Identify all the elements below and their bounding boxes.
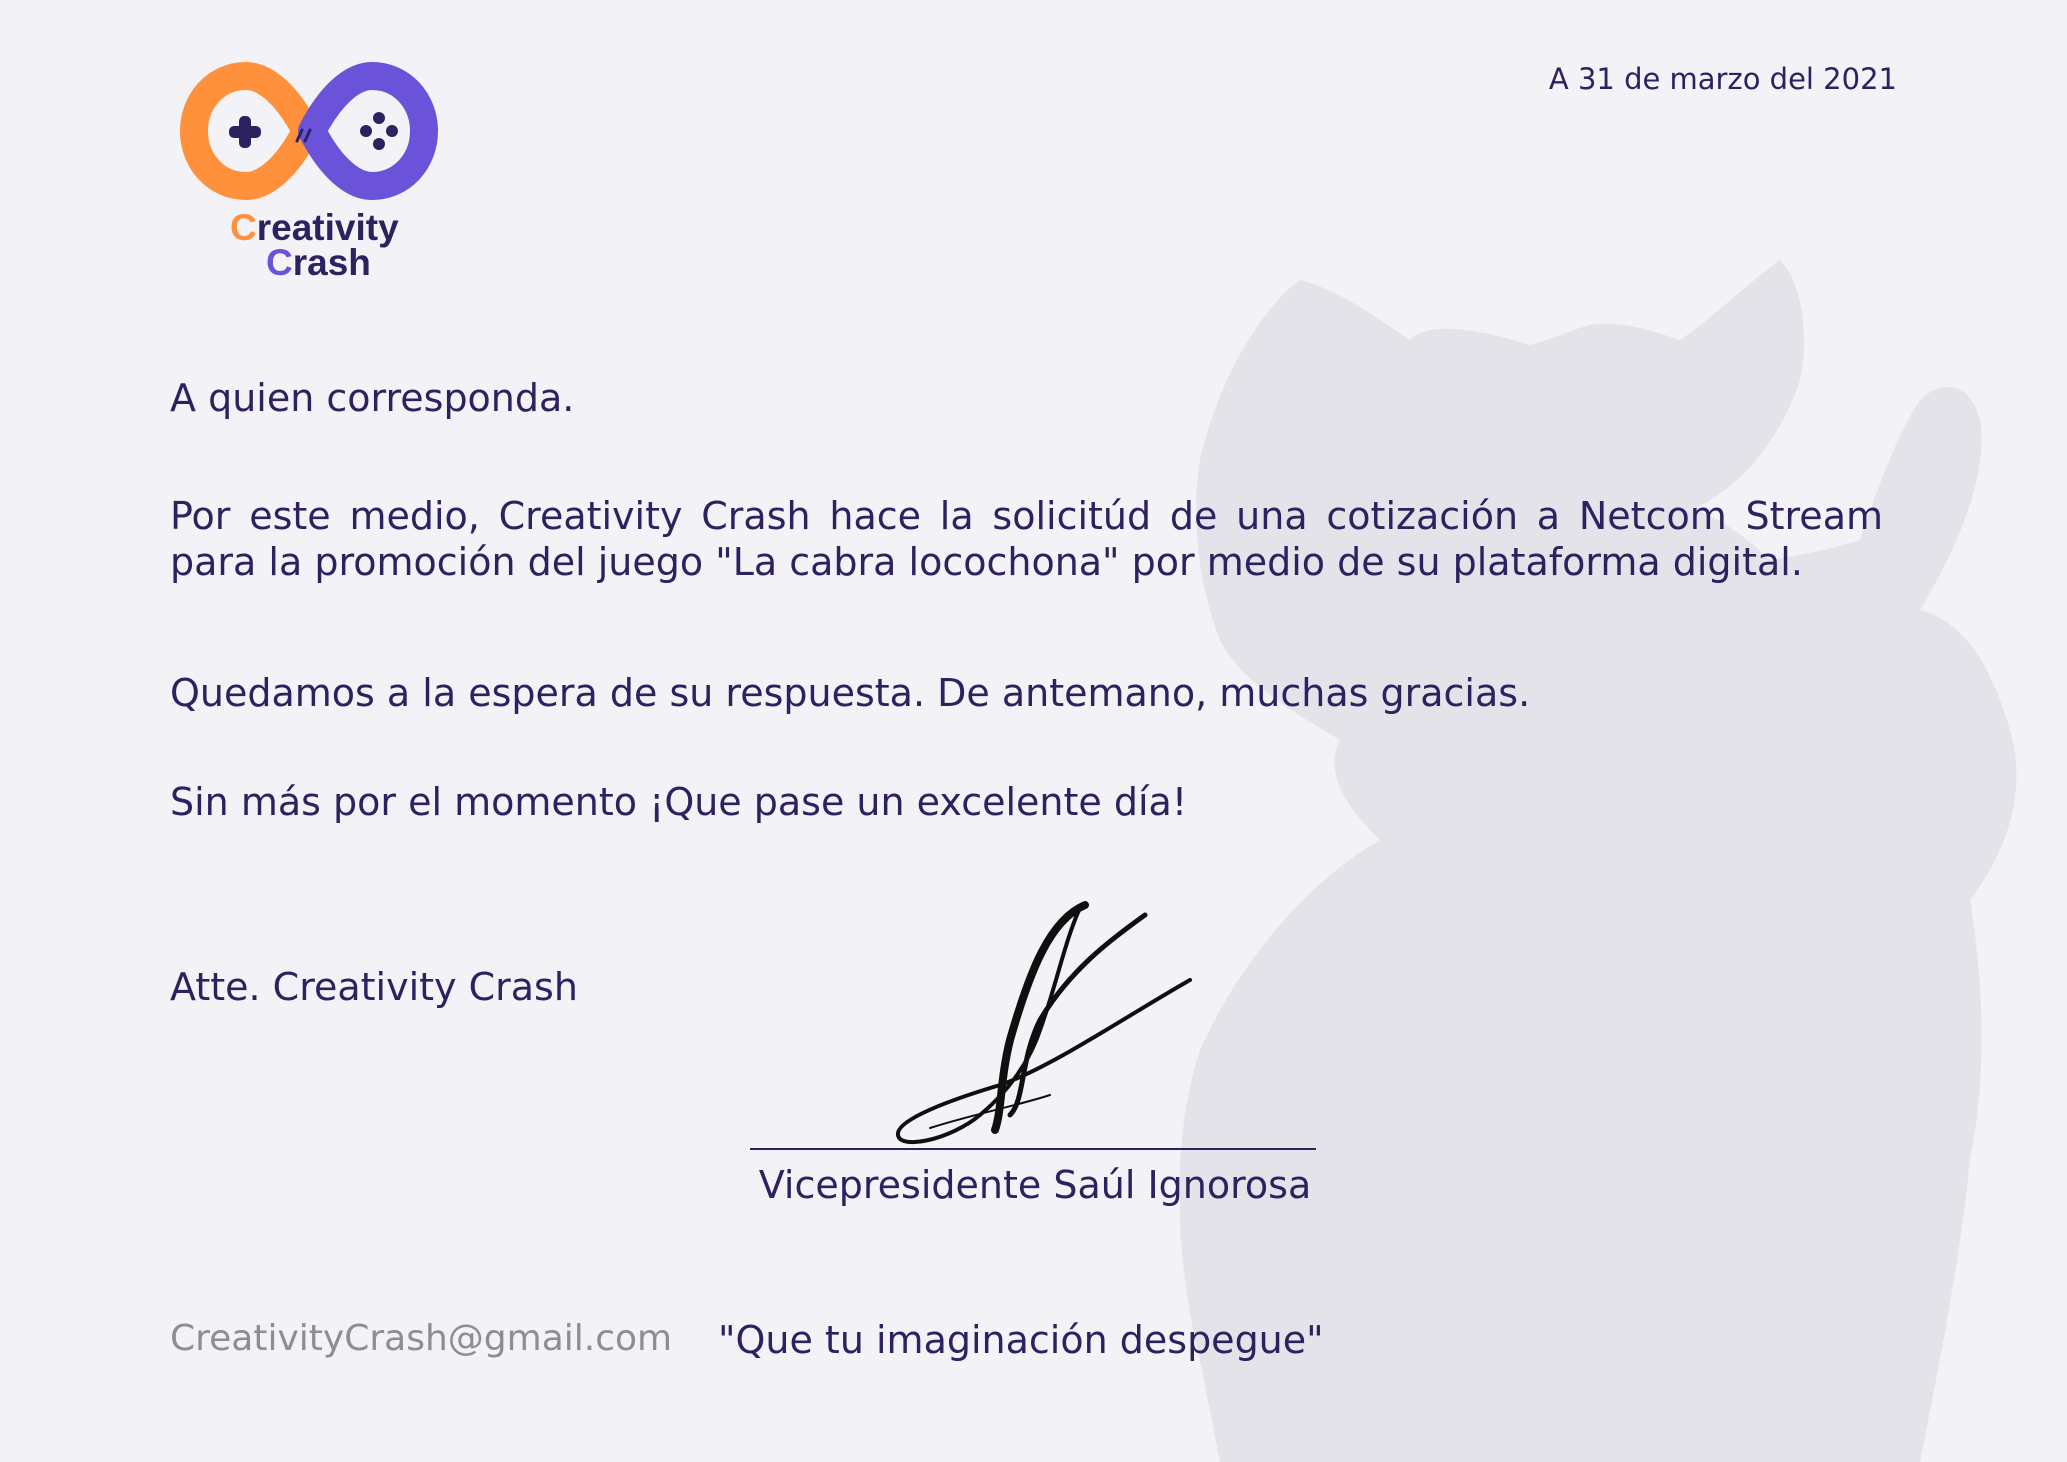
letter-page: Creativity Crash A 31 de marzo del 2021 …	[0, 0, 2067, 1462]
letter-salutation: A quien corresponda.	[170, 376, 575, 420]
letter-sign-off: Atte. Creativity Crash	[170, 965, 578, 1009]
letter-date: A 31 de marzo del 2021	[1548, 62, 1897, 96]
letter-paragraph-thanks: Quedamos a la espera de su respuesta. De…	[170, 671, 1531, 715]
letter-paragraph-closing: Sin más por el momento ¡Que pase un exce…	[170, 780, 1188, 824]
brand-logo: Creativity Crash	[176, 56, 442, 296]
brand-word-crash-rest: rash	[292, 242, 371, 283]
brand-initial-c-purple: C	[266, 242, 293, 283]
brand-wordmark-line2: Crash	[230, 242, 430, 283]
footer-slogan: "Que tu imaginación despegue"	[718, 1318, 1324, 1362]
signature-line	[750, 1148, 1316, 1150]
handwritten-signature-icon	[896, 901, 1192, 1144]
gamepad-infinity-logo-icon	[179, 61, 439, 201]
signer-name: Vicepresidente Saúl Ignorosa	[758, 1163, 1312, 1207]
brand-wordmark: Creativity Crash	[230, 207, 430, 283]
cat-silhouette-watermark-icon	[1180, 260, 2017, 1462]
footer-email: CreativityCrash@gmail.com	[170, 1318, 673, 1359]
brand-initial-c-orange: C	[230, 207, 257, 248]
brand-wordmark-line1: Creativity	[230, 207, 430, 248]
letter-paragraph-request: Por este medio, Creativity Crash hace la…	[170, 494, 1883, 584]
